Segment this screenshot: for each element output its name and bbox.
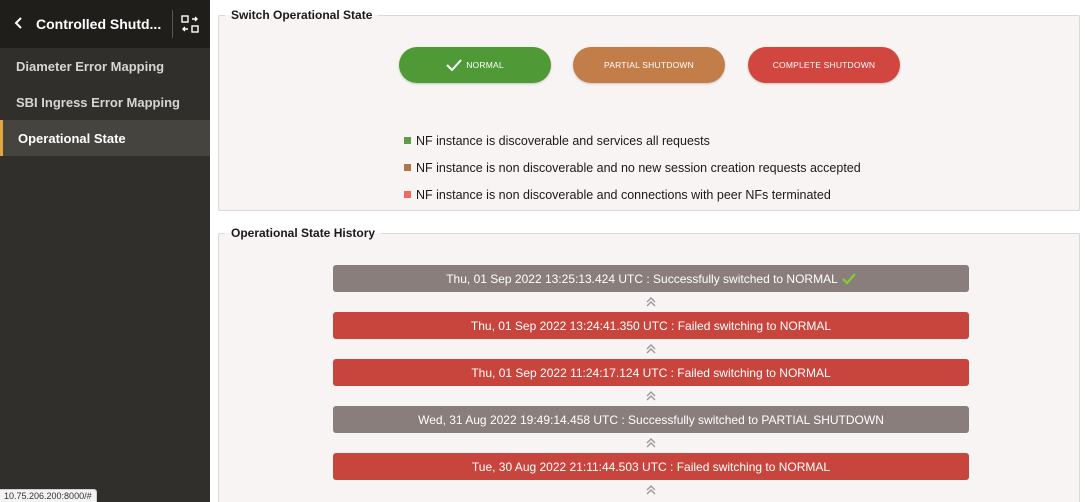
complete-shutdown-button[interactable]: COMPLETE SHUTDOWN (748, 47, 900, 83)
history-entry: Thu, 01 Sep 2022 13:24:41.350 UTC : Fail… (333, 312, 969, 339)
legend-swatch-partial (404, 164, 411, 171)
status-bar-url: 10.75.206.200:8000/# (0, 489, 97, 502)
history-entry: Tue, 30 Aug 2022 21:11:44.503 UTC : Fail… (333, 453, 969, 480)
operational-state-history-panel: Operational State History Thu, 01 Sep 20… (218, 226, 1080, 502)
main-content: Switch Operational State NORMAL PARTIAL … (210, 0, 1085, 502)
double-chevron-up-icon (333, 292, 969, 312)
history-panel-title: Operational State History (231, 226, 376, 240)
collapse-panel-icon[interactable] (180, 14, 202, 34)
sidebar-item-diameter-error-mapping[interactable]: Diameter Error Mapping (0, 48, 210, 84)
normal-button-label: NORMAL (466, 60, 504, 70)
history-entry: Wed, 31 Aug 2022 19:49:14.458 UTC : Succ… (333, 406, 969, 433)
legend-text-normal: NF instance is discoverable and services… (416, 133, 710, 148)
sidebar-item-sbi-ingress-error-mapping[interactable]: SBI Ingress Error Mapping (0, 84, 210, 120)
legend-swatch-normal (404, 137, 411, 144)
double-chevron-up-icon (333, 339, 969, 359)
history-entry-text: Thu, 01 Sep 2022 13:24:41.350 UTC : Fail… (470, 318, 832, 333)
check-icon (841, 272, 856, 285)
check-icon (446, 59, 462, 71)
history-entry: Thu, 01 Sep 2022 11:24:17.124 UTC : Fail… (333, 359, 969, 386)
history-entry-text: Thu, 01 Sep 2022 11:24:17.124 UTC : Fail… (471, 365, 831, 380)
header-divider (172, 10, 173, 38)
partial-shutdown-button-label: PARTIAL SHUTDOWN (604, 60, 694, 70)
legend-swatch-complete (404, 191, 411, 198)
switch-panel-title: Switch Operational State (231, 8, 373, 22)
normal-button[interactable]: NORMAL (399, 47, 551, 83)
double-chevron-up-icon (333, 480, 969, 500)
legend-item-normal: NF instance is discoverable and services… (404, 127, 861, 154)
sidebar: Controlled Shutd... Diameter Error Mappi… (0, 0, 210, 502)
legend-text-complete: NF instance is non discoverable and conn… (416, 187, 831, 202)
history-entry-text: Wed, 31 Aug 2022 19:49:14.458 UTC : Succ… (418, 412, 884, 427)
chevron-left-icon[interactable] (14, 16, 36, 33)
partial-shutdown-button[interactable]: PARTIAL SHUTDOWN (573, 47, 725, 83)
state-button-group: NORMAL PARTIAL SHUTDOWN COMPLETE SHUTDOW… (399, 47, 919, 87)
state-legend: NF instance is discoverable and services… (404, 127, 861, 208)
legend-item-complete: NF instance is non discoverable and conn… (404, 181, 861, 208)
legend-text-partial: NF instance is non discoverable and no n… (416, 160, 861, 175)
sidebar-item-operational-state[interactable]: Operational State (0, 120, 210, 156)
complete-shutdown-button-label: COMPLETE SHUTDOWN (772, 60, 876, 70)
legend-item-partial: NF instance is non discoverable and no n… (404, 154, 861, 181)
double-chevron-up-icon (333, 433, 969, 453)
double-chevron-up-icon (333, 386, 969, 406)
history-entry: Thu, 01 Sep 2022 13:25:13.424 UTC : Succ… (333, 265, 969, 292)
sidebar-header: Controlled Shutd... (0, 0, 210, 48)
history-entry-text: Tue, 30 Aug 2022 21:11:44.503 UTC : Fail… (471, 459, 831, 474)
sidebar-title[interactable]: Controlled Shutd... (36, 16, 161, 32)
history-list: Thu, 01 Sep 2022 13:25:13.424 UTC : Succ… (333, 265, 969, 500)
switch-operational-state-panel: Switch Operational State NORMAL PARTIAL … (218, 8, 1080, 211)
history-entry-text: Thu, 01 Sep 2022 13:25:13.424 UTC : Succ… (446, 271, 838, 286)
